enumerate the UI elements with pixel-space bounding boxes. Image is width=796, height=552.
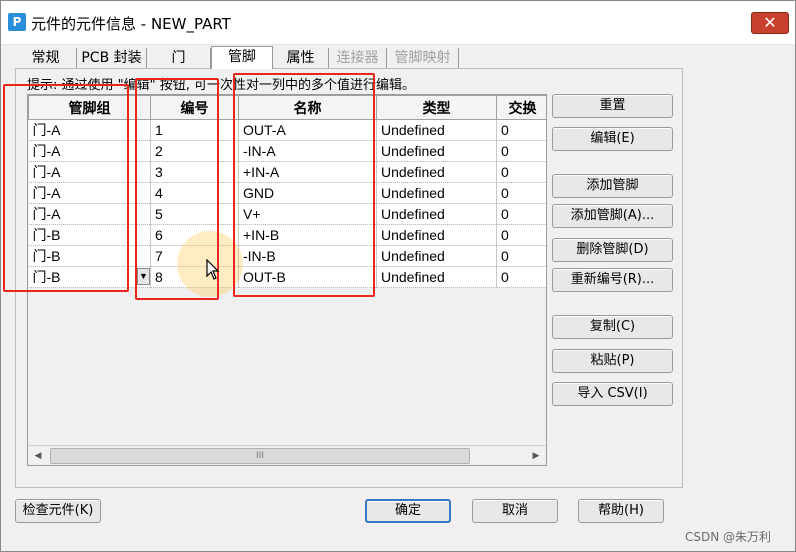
annotation-box-pin-group [3,84,129,292]
reset-button[interactable]: 重置 [552,94,673,118]
delete-pin-button[interactable]: 删除管脚(D) [552,238,673,262]
column-header-type[interactable]: 类型 [376,95,497,120]
dialog-window: P 元件的元件信息 - NEW_PART ✕ 常规 PCB 封装 门 管脚 属性… [0,0,796,552]
tab-attributes[interactable]: 属性 [273,48,329,68]
paste-button[interactable]: 粘贴(P) [552,349,673,373]
scroll-right-icon[interactable]: ▶ [528,448,544,464]
mouse-pointer-icon [206,259,220,280]
cell-type[interactable]: Undefined [376,203,497,225]
cell-type[interactable]: Undefined [376,266,497,288]
cell-swap[interactable]: 0 [496,266,546,288]
cell-swap[interactable]: 0 [496,203,546,225]
cancel-button[interactable]: 取消 [472,499,558,523]
cell-type[interactable]: Undefined [376,140,497,162]
cell-type[interactable]: Undefined [376,245,497,267]
tab-pin-mapping: 管脚映射 [387,48,459,68]
help-button[interactable]: 帮助(H) [578,499,664,523]
watermark-text: CSDN @朱万利 [685,530,772,544]
cell-swap[interactable]: 0 [496,245,546,267]
tab-general[interactable]: 常规 [15,48,77,68]
cell-type[interactable]: Undefined [376,161,497,183]
add-pin-button[interactable]: 添加管脚 [552,174,673,198]
scroll-left-icon[interactable]: ◀ [30,448,46,464]
cell-swap[interactable]: 0 [496,140,546,162]
copy-button[interactable]: 复制(C) [552,315,673,339]
edit-button[interactable]: 编辑(E) [552,127,673,151]
cell-swap[interactable]: 0 [496,182,546,204]
renumber-button[interactable]: 重新编号(R)... [552,268,673,292]
check-part-button[interactable]: 检查元件(K) [15,499,101,523]
tab-connector: 连接器 [329,48,387,68]
scroll-thumb[interactable]: III [50,448,470,464]
cell-type[interactable]: Undefined [376,182,497,204]
tab-pcb-footprint[interactable]: PCB 封装 [77,48,147,68]
annotation-box-name [233,73,375,297]
window-title: 元件的元件信息 - NEW_PART [31,15,231,33]
cell-swap[interactable]: 0 [496,224,546,246]
tab-pins[interactable]: 管脚 [211,46,273,69]
add-pins-button[interactable]: 添加管脚(A)... [552,204,673,228]
horizontal-scrollbar[interactable]: ◀ III ▶ [28,445,546,465]
cell-type[interactable]: Undefined [376,224,497,246]
cell-swap[interactable]: 0 [496,161,546,183]
tab-gates[interactable]: 门 [147,48,211,68]
app-icon: P [8,13,26,31]
title-bar: P 元件的元件信息 - NEW_PART ✕ [1,1,795,45]
ok-button[interactable]: 确定 [365,499,451,523]
cell-type[interactable]: Undefined [376,119,497,141]
column-header-swap[interactable]: 交换 [496,95,546,120]
close-button[interactable]: ✕ [751,12,789,34]
cell-swap[interactable]: 0 [496,119,546,141]
import-csv-button[interactable]: 导入 CSV(I) [552,382,673,406]
